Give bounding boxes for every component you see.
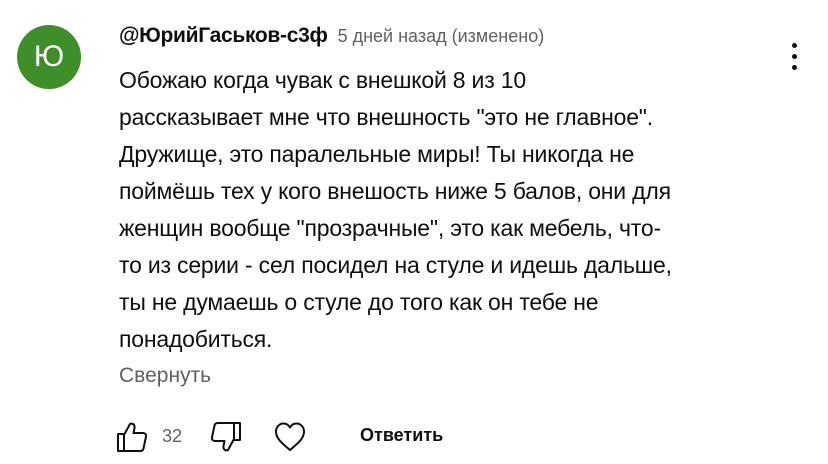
author-avatar[interactable]: Ю bbox=[17, 25, 81, 89]
comment-header: @ЮрийГаськов-с3ф 5 дней назад (изменено) bbox=[119, 24, 544, 54]
heart-icon bbox=[275, 422, 305, 451]
more-options-button[interactable] bbox=[787, 43, 801, 75]
comment-line: Дружище, это паралельные миры! Ты никогд… bbox=[119, 141, 635, 167]
comment-line: понадобиться. bbox=[119, 326, 273, 352]
heart-button[interactable] bbox=[272, 419, 308, 455]
comment-line: рассказывает мне что внешность "это не г… bbox=[119, 104, 653, 130]
collapse-button[interactable]: Свернуть bbox=[119, 364, 211, 388]
comment-line: то из серии - сел посидел на стуле и иде… bbox=[119, 252, 672, 278]
comment-actions: 32 Ответить bbox=[0, 415, 828, 459]
comment-line: поймёшь тех у кого внешость ниже 5 балов… bbox=[119, 178, 671, 204]
reply-button[interactable]: Ответить bbox=[360, 425, 443, 446]
like-button[interactable] bbox=[114, 419, 150, 455]
comment-text: Обожаю когда чувак с внешкой 8 из 10 рас… bbox=[119, 62, 769, 358]
comment-line: женщин вообще "прозрачные", это как мебе… bbox=[119, 215, 661, 241]
like-count: 32 bbox=[162, 426, 183, 446]
thumb-up-icon bbox=[117, 422, 148, 452]
author-name[interactable]: @ЮрийГаськов-с3ф bbox=[119, 24, 328, 48]
comment-line: Обожаю когда чувак с внешкой 8 из 10 bbox=[119, 67, 526, 93]
thumb-down-icon bbox=[210, 422, 241, 452]
dislike-button[interactable] bbox=[208, 419, 244, 455]
avatar-letter: Ю bbox=[33, 40, 65, 73]
comment-line: ты не думаешь о стуле до того как он теб… bbox=[119, 289, 599, 315]
comment-timestamp[interactable]: 5 дней назад (изменено) bbox=[338, 26, 545, 47]
